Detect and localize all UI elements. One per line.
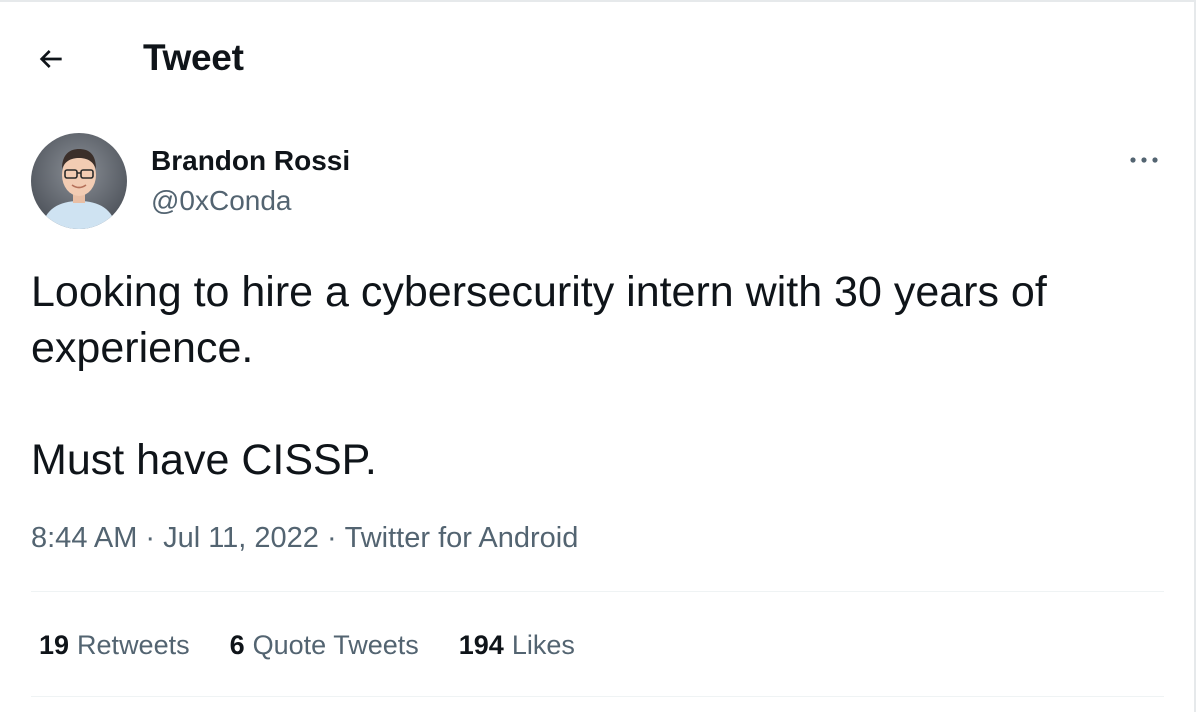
more-horizontal-icon xyxy=(1130,157,1158,163)
tweet-date[interactable]: Jul 11, 2022 xyxy=(163,522,319,554)
arrow-left-icon xyxy=(39,50,62,68)
page-title: Tweet xyxy=(143,37,244,78)
tweet-source[interactable]: Twitter for Android xyxy=(345,522,579,554)
retweets-stat[interactable]: 19 Retweets xyxy=(39,628,190,662)
author-handle[interactable]: @0xConda xyxy=(151,184,292,218)
divider xyxy=(31,696,1164,697)
tweet-page: Tweet Brandon Rossi @0xConda Looking to … xyxy=(0,0,1196,712)
author-name[interactable]: Brandon Rossi xyxy=(151,144,350,178)
quote-tweets-stat[interactable]: 6 Quote Tweets xyxy=(230,628,419,662)
tweet-time[interactable]: 8:44 AM xyxy=(31,522,137,554)
meta-separator: · xyxy=(145,522,156,554)
tweet-text-line: Looking to hire a cybersecurity intern w… xyxy=(31,268,1047,372)
more-options-button[interactable] xyxy=(1122,140,1166,180)
meta-separator: · xyxy=(326,522,337,554)
retweets-label: Retweets xyxy=(77,630,190,660)
tweet-text-line: Must have CISSP. xyxy=(31,436,377,484)
likes-stat[interactable]: 194 Likes xyxy=(459,628,575,662)
back-button[interactable] xyxy=(28,36,74,82)
tweet-meta: 8:44 AM · Jul 11, 2022 · Twitter for Android xyxy=(31,520,578,556)
divider xyxy=(31,591,1164,592)
tweet-stats: 19 Retweets 6 Quote Tweets 194 Likes xyxy=(39,628,575,662)
retweets-count: 19 xyxy=(39,630,70,660)
likes-count: 194 xyxy=(458,630,504,660)
page-header: Tweet xyxy=(0,2,1194,112)
quote-tweets-label: Quote Tweets xyxy=(252,630,419,660)
avatar-photo xyxy=(31,133,127,229)
tweet-text: Looking to hire a cybersecurity intern w… xyxy=(31,264,1161,488)
likes-label: Likes xyxy=(511,630,575,660)
quote-tweets-count: 6 xyxy=(229,630,245,660)
avatar[interactable] xyxy=(31,133,127,229)
